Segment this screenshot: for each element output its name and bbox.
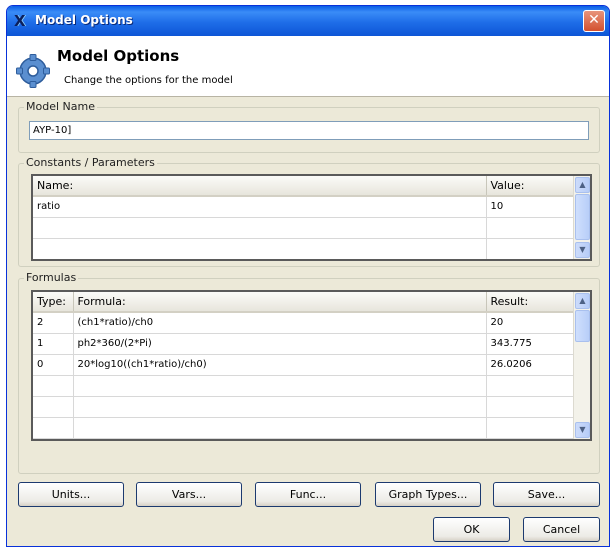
column-header-result[interactable]: Result: — [486, 292, 574, 313]
formulas-group: Formulas Type: Formula: Result: 2 (ch1*r… — [18, 271, 600, 474]
save-button[interactable]: Save... — [493, 482, 600, 507]
table-row[interactable]: 1 ph2*360/(2*Pi) 343.775 — [33, 333, 574, 355]
cell-result[interactable] — [486, 396, 574, 418]
cell-result[interactable] — [486, 417, 574, 439]
header-title: Model Options — [57, 47, 180, 65]
model-name-group: Model Name — [18, 100, 600, 153]
cell-value[interactable] — [486, 238, 574, 259]
chevron-down-icon: ▼ — [579, 245, 586, 254]
cell-value[interactable] — [486, 217, 574, 239]
cell-formula[interactable] — [73, 417, 487, 439]
chevron-up-icon: ▲ — [579, 296, 586, 305]
cell-type[interactable]: 1 — [33, 333, 74, 355]
model-name-input[interactable] — [29, 121, 589, 140]
constants-scrollbar[interactable]: ▲ ▼ — [573, 176, 590, 259]
table-row[interactable] — [33, 217, 574, 239]
cell-value[interactable]: 10 — [486, 196, 574, 218]
model-name-label: Model Name — [24, 100, 97, 113]
scroll-up-button[interactable]: ▲ — [575, 293, 590, 309]
cell-name[interactable]: ratio — [33, 196, 487, 218]
cell-type[interactable] — [33, 417, 74, 439]
units-button[interactable]: Units... — [18, 482, 124, 507]
cell-result[interactable]: 20 — [486, 312, 574, 334]
cell-type[interactable]: 2 — [33, 312, 74, 334]
constants-table[interactable]: Name: Value: ratio 10 ▲ ▼ — [31, 174, 592, 261]
dialog-header: Model Options Change the options for the… — [7, 36, 609, 97]
scroll-down-button[interactable]: ▼ — [575, 422, 590, 438]
chevron-up-icon: ▲ — [579, 180, 586, 189]
close-icon: ✕ — [588, 12, 600, 28]
table-header-row: Type: Formula: Result: — [33, 292, 574, 313]
scroll-thumb[interactable] — [575, 194, 590, 240]
table-header-row: Name: Value: — [33, 176, 574, 197]
scroll-up-button[interactable]: ▲ — [575, 177, 590, 193]
cell-formula[interactable]: 20*log10((ch1*ratio)/ch0) — [73, 354, 487, 376]
title-bar[interactable]: X Model Options ✕ — [7, 6, 609, 36]
column-header-type[interactable]: Type: — [33, 292, 74, 313]
gear-icon — [16, 54, 50, 88]
close-button[interactable]: ✕ — [583, 10, 605, 32]
cell-name[interactable] — [33, 238, 487, 259]
cell-formula[interactable] — [73, 396, 487, 418]
graph-types-button[interactable]: Graph Types... — [375, 482, 481, 507]
header-subtitle: Change the options for the model — [64, 75, 233, 86]
constants-label: Constants / Parameters — [24, 156, 157, 169]
table-row[interactable] — [33, 238, 574, 259]
cell-formula[interactable] — [73, 375, 487, 397]
model-options-window: X Model Options ✕ Model Options Change t… — [6, 5, 610, 547]
formulas-table[interactable]: Type: Formula: Result: 2 (ch1*ratio)/ch0… — [31, 290, 592, 441]
cell-type[interactable] — [33, 396, 74, 418]
scroll-down-button[interactable]: ▼ — [575, 242, 590, 258]
formulas-label: Formulas — [24, 271, 79, 284]
window-title: Model Options — [35, 13, 133, 27]
scroll-thumb[interactable] — [575, 310, 590, 342]
table-row[interactable] — [33, 375, 574, 397]
column-header-formula[interactable]: Formula: — [73, 292, 487, 313]
chevron-down-icon: ▼ — [579, 425, 586, 434]
cell-result[interactable]: 26.0206 — [486, 354, 574, 376]
table-row[interactable]: ratio 10 — [33, 196, 574, 218]
cell-formula[interactable]: (ch1*ratio)/ch0 — [73, 312, 487, 334]
table-row[interactable]: 0 20*log10((ch1*ratio)/ch0) 26.0206 — [33, 354, 574, 376]
cell-name[interactable] — [33, 217, 487, 239]
cell-result[interactable] — [486, 375, 574, 397]
func-button[interactable]: Func... — [255, 482, 361, 507]
column-header-name[interactable]: Name: — [33, 176, 487, 197]
app-icon: X — [14, 12, 26, 30]
cell-result[interactable]: 343.775 — [486, 333, 574, 355]
constants-group: Constants / Parameters Name: Value: rati… — [18, 156, 600, 267]
table-row[interactable] — [33, 417, 574, 439]
table-row[interactable] — [33, 396, 574, 418]
cell-type[interactable] — [33, 375, 74, 397]
cell-formula[interactable]: ph2*360/(2*Pi) — [73, 333, 487, 355]
formulas-scrollbar[interactable]: ▲ ▼ — [573, 292, 590, 439]
table-row[interactable]: 2 (ch1*ratio)/ch0 20 — [33, 312, 574, 334]
cell-type[interactable]: 0 — [33, 354, 74, 376]
cancel-button[interactable]: Cancel — [523, 517, 600, 542]
ok-button[interactable]: OK — [433, 517, 510, 542]
vars-button[interactable]: Vars... — [136, 482, 242, 507]
column-header-value[interactable]: Value: — [486, 176, 574, 197]
